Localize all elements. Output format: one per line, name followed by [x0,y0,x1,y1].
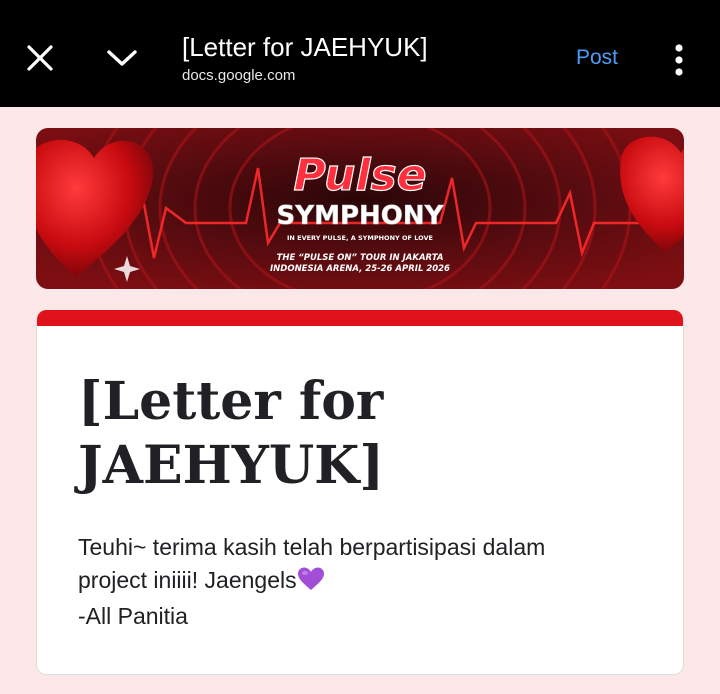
page-title: [Letter for JAEHYUK] [182,32,428,62]
close-button[interactable] [22,40,58,76]
more-vert-icon [675,44,683,76]
more-options-button[interactable] [664,40,694,80]
banner-tour-line1: THE “PULSE ON” TOUR IN JAKARTA [277,253,444,263]
close-icon [27,45,53,71]
purple-heart-icon [297,567,325,600]
form-description: Teuhi~ terima kasih telah berpartisipasi… [78,531,638,633]
description-line-3: -All Panitia [78,603,188,629]
banner-title-pulse: Pulse [293,150,426,201]
post-button[interactable]: Post [576,46,618,70]
form-header-card: [Letter for JAEHYUK] Teuhi~ terima kasih… [36,310,684,675]
page-url: docs.google.com [182,67,296,84]
description-line-2: project iniiii! Jaengels [78,564,638,600]
form-title: [Letter for JAEHYUK] [78,371,384,496]
description-line-2-text: project iniiii! Jaengels [78,567,297,593]
card-accent-bar [37,310,683,326]
banner-title-symphony: SYMPHONY [277,201,445,231]
banner-tagline: IN EVERY PULSE, A SYMPHONY OF LOVE [287,234,433,242]
top-app-bar: [Letter for JAEHYUK] docs.google.com Pos… [0,0,720,107]
header-banner-image: Pulse SYMPHONY IN EVERY PULSE, A SYMPHON… [36,128,684,289]
page-info: [Letter for JAEHYUK] docs.google.com [182,30,552,87]
chevron-down-icon [107,50,137,66]
description-line-1: Teuhi~ terima kasih telah berpartisipasi… [78,534,546,560]
expand-button[interactable] [102,40,142,76]
banner-tour-line2: INDONESIA ARENA, 25-26 APRIL 2026 [270,264,450,274]
